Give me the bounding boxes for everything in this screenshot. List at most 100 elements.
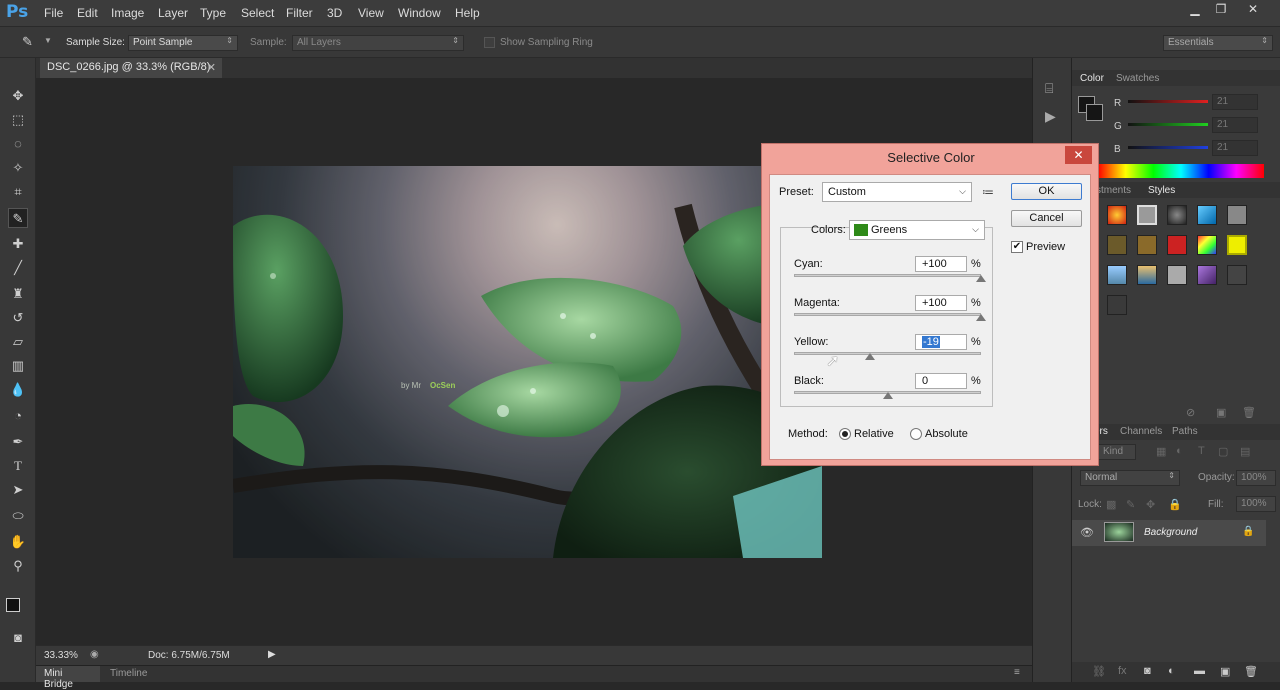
cancel-button[interactable]: Cancel <box>1011 210 1082 227</box>
color-background-swatch[interactable] <box>1086 104 1103 121</box>
menu-layer[interactable]: Layer <box>158 6 188 20</box>
lock-transparency-icon[interactable]: ▩ <box>1106 498 1116 511</box>
actions-panel-icon[interactable]: ▶ <box>1045 108 1056 125</box>
magenta-slider[interactable] <box>794 313 981 316</box>
layer-style-icon[interactable]: fx <box>1118 665 1127 677</box>
style-swatch[interactable] <box>1227 205 1247 225</box>
channel-r-value[interactable]: 21 <box>1212 94 1258 110</box>
filter-smart-object-icon[interactable]: ▤ <box>1240 445 1250 458</box>
tab-swatches[interactable]: Swatches <box>1116 73 1159 84</box>
clear-style-icon[interactable]: ⊘ <box>1186 406 1195 419</box>
cyan-input[interactable]: +100 <box>915 256 967 272</box>
menu-3d[interactable]: 3D <box>327 6 342 20</box>
tab-timeline[interactable]: Timeline <box>110 668 147 679</box>
lasso-tool-icon[interactable]: ◌ <box>8 134 28 154</box>
style-swatch[interactable] <box>1197 205 1217 225</box>
style-swatch[interactable] <box>1137 265 1157 285</box>
move-tool-icon[interactable]: ✥ <box>8 86 28 106</box>
preset-select[interactable]: Custom ⌵ <box>822 182 972 202</box>
style-swatch[interactable] <box>1167 205 1187 225</box>
style-swatch[interactable] <box>1137 205 1157 225</box>
new-group-icon[interactable]: ▬ <box>1194 665 1205 677</box>
style-swatch[interactable] <box>1107 265 1127 285</box>
workspace-select[interactable]: Essentials ⇕ <box>1163 35 1273 51</box>
magenta-input[interactable]: +100 <box>915 295 967 311</box>
menu-image[interactable]: Image <box>111 6 144 20</box>
opacity-input[interactable]: 100% <box>1236 470 1276 486</box>
tab-styles[interactable]: Styles <box>1148 185 1175 196</box>
channel-g-value[interactable]: 21 <box>1212 117 1258 133</box>
delete-style-icon[interactable]: 🗑 <box>1242 406 1256 419</box>
eye-visibility-icon[interactable]: 👁 <box>1080 526 1094 539</box>
status-menu-arrow-icon[interactable]: ▶ <box>268 649 276 660</box>
filter-adjustment-icon[interactable]: ◐ <box>1176 445 1183 457</box>
zoom-level[interactable]: 33.33% <box>44 650 78 661</box>
black-input[interactable]: 0 <box>915 373 967 389</box>
menu-filter[interactable]: Filter <box>286 6 313 20</box>
close-icon[interactable]: ✕ <box>1240 2 1266 18</box>
channel-b-slider[interactable] <box>1128 146 1208 149</box>
minimize-icon[interactable]: ▁ <box>1182 2 1208 18</box>
quick-selection-tool-icon[interactable]: ✧ <box>8 158 28 178</box>
yellow-slider-thumb[interactable] <box>864 353 875 360</box>
cyan-slider-thumb[interactable] <box>976 275 986 282</box>
type-tool-icon[interactable]: T <box>8 456 28 476</box>
layer-filter-kind-select[interactable]: Kind <box>1098 444 1136 460</box>
hand-tool-icon[interactable]: ✋ <box>8 532 28 552</box>
preset-options-icon[interactable]: ≔ <box>982 185 994 199</box>
style-swatch[interactable] <box>1107 235 1127 255</box>
channel-b-value[interactable]: 21 <box>1212 140 1258 156</box>
status-info-icon[interactable]: ◉ <box>90 649 99 660</box>
tab-mini-bridge[interactable]: Mini Bridge <box>36 666 100 690</box>
menu-file[interactable]: File <box>44 6 63 20</box>
add-mask-icon[interactable]: ◙ <box>1144 665 1151 677</box>
style-swatch[interactable] <box>1227 235 1247 255</box>
style-swatch[interactable] <box>1107 205 1127 225</box>
zoom-tool-icon[interactable]: ⚲ <box>8 556 28 576</box>
new-style-icon[interactable]: ▣ <box>1216 406 1226 419</box>
eyedropper-tool-icon[interactable]: ✎ <box>8 208 28 228</box>
color-spectrum-ramp[interactable] <box>1098 164 1264 178</box>
magenta-slider-thumb[interactable] <box>976 314 986 321</box>
lock-all-icon[interactable]: 🔒 <box>1168 498 1182 511</box>
close-document-icon[interactable]: ✕ <box>207 61 216 74</box>
tab-paths[interactable]: Paths <box>1172 426 1198 437</box>
path-selection-tool-icon[interactable]: ➤ <box>8 480 28 500</box>
menu-view[interactable]: View <box>358 6 384 20</box>
layer-row-background[interactable]: 👁 Background 🔒 <box>1072 520 1266 546</box>
menu-help[interactable]: Help <box>455 6 480 20</box>
blur-tool-icon[interactable]: 💧 <box>8 380 28 400</box>
tab-color[interactable]: Color <box>1080 73 1104 84</box>
pen-tool-icon[interactable]: ✒ <box>8 432 28 452</box>
adjustment-layer-icon[interactable]: ◐ <box>1168 665 1175 677</box>
cyan-slider[interactable] <box>794 274 981 277</box>
colors-select[interactable]: Greens ⌵ <box>849 220 985 240</box>
history-brush-tool-icon[interactable]: ↺ <box>8 308 28 328</box>
ok-button[interactable]: OK <box>1011 183 1082 200</box>
menu-select[interactable]: Select <box>241 6 274 20</box>
history-panel-icon[interactable]: ⌸ <box>1045 80 1053 97</box>
new-layer-icon[interactable]: ▣ <box>1220 665 1230 678</box>
filter-pixel-icon[interactable]: ▦ <box>1156 445 1166 458</box>
marquee-tool-icon[interactable]: ⬚ <box>8 110 28 130</box>
show-sampling-ring-checkbox[interactable] <box>484 37 495 48</box>
quick-mask-icon[interactable]: ◙ <box>8 628 28 648</box>
blend-mode-select[interactable]: Normal ⇕ <box>1080 470 1180 486</box>
gradient-tool-icon[interactable]: ▥ <box>8 356 28 376</box>
style-swatch[interactable] <box>1107 295 1127 315</box>
menu-type[interactable]: Type <box>200 6 226 20</box>
menu-window[interactable]: Window <box>398 6 441 20</box>
style-swatch[interactable] <box>1167 235 1187 255</box>
preview-checkbox[interactable]: ✔ <box>1011 241 1023 253</box>
lock-pixels-icon[interactable]: ✎ <box>1126 498 1135 511</box>
sample-size-select[interactable]: Point Sample ⇕ <box>128 35 238 51</box>
eraser-tool-icon[interactable]: ▱ <box>8 332 28 352</box>
brush-tool-icon[interactable]: ╱ <box>8 258 28 278</box>
yellow-slider[interactable] <box>794 352 981 355</box>
tab-adjustments[interactable]: stments <box>1096 185 1131 196</box>
style-swatch[interactable] <box>1137 235 1157 255</box>
fill-input[interactable]: 100% <box>1236 496 1276 512</box>
link-layers-icon[interactable]: ⛓ <box>1092 665 1106 678</box>
healing-brush-tool-icon[interactable]: ✚ <box>8 234 28 254</box>
style-swatch[interactable] <box>1197 265 1217 285</box>
